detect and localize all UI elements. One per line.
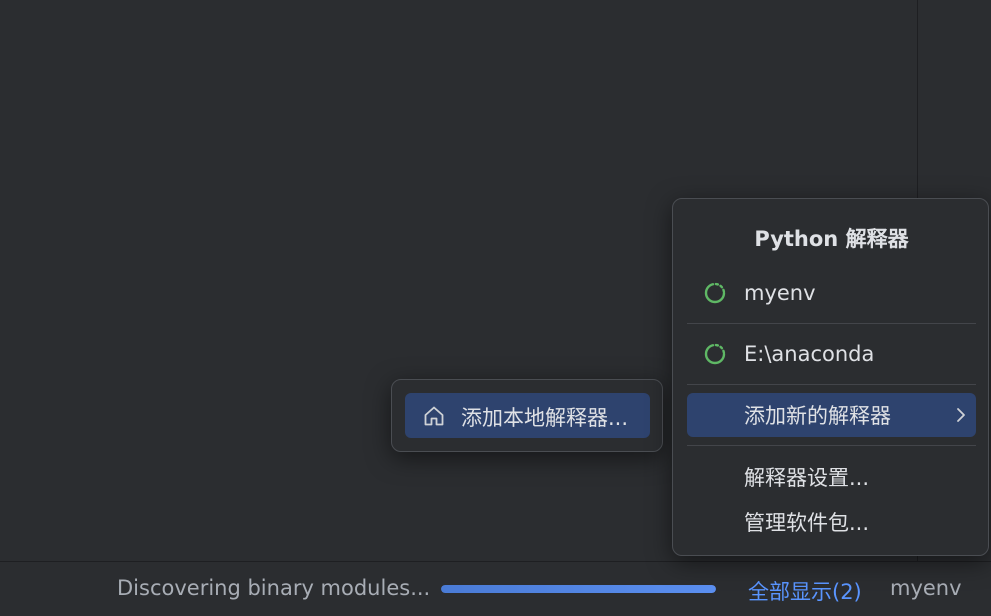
interpreter-settings-label: 解释器设置... [744, 466, 870, 490]
interpreter-item-anaconda[interactable]: E:\anaconda [687, 332, 976, 376]
divider [687, 445, 976, 446]
loading-spinner-icon [704, 282, 726, 304]
add-local-interpreter-item[interactable]: 添加本地解释器... [405, 393, 650, 438]
chevron-right-icon [957, 408, 965, 422]
add-local-interpreter-label: 添加本地解释器... [461, 406, 629, 430]
status-message: Discovering binary modules... [117, 576, 431, 600]
interpreter-widget[interactable]: myenv [890, 576, 962, 600]
status-bar: Discovering binary modules... 全部显示(2) my… [0, 561, 991, 616]
add-new-interpreter-item[interactable]: 添加新的解释器 [687, 393, 976, 437]
interpreter-settings-item[interactable]: 解释器设置... [687, 455, 976, 499]
python-interpreter-popup: Python 解释器 myenv E:\anaconda 添加新的解释器 解释器… [672, 198, 989, 556]
progress-bar [441, 585, 716, 593]
show-all-link[interactable]: 全部显示(2) [748, 576, 862, 606]
add-new-interpreter-label: 添加新的解释器 [744, 404, 891, 428]
divider [687, 384, 976, 385]
progress-fill [441, 585, 716, 593]
add-interpreter-submenu: 添加本地解释器... [391, 379, 663, 452]
popup-title: Python 解释器 [754, 227, 909, 251]
loading-spinner-icon [704, 343, 726, 365]
interpreter-item-myenv[interactable]: myenv [687, 271, 976, 315]
interpreter-label: E:\anaconda [744, 342, 875, 366]
home-icon [424, 406, 444, 426]
manage-packages-item[interactable]: 管理软件包... [687, 500, 976, 544]
interpreter-label: myenv [744, 281, 816, 305]
divider [687, 323, 976, 324]
manage-packages-label: 管理软件包... [744, 511, 870, 535]
